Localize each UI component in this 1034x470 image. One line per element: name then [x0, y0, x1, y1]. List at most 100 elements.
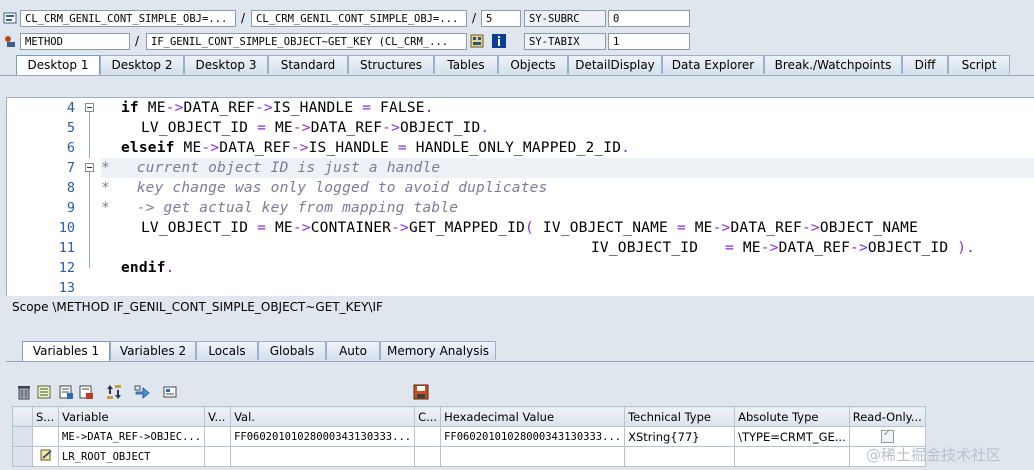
method-icon — [3, 34, 17, 48]
scope-label: Scope \METHOD IF_GENIL_CONT_SIMPLE_OBJEC… — [12, 300, 383, 314]
line-number: 5 — [66, 120, 75, 136]
comment: * key change was only logged to avoid du… — [101, 180, 548, 196]
sysvar2-value-field[interactable]: 1 — [608, 33, 690, 50]
watermark: @稀土掘金技术社区 — [866, 446, 1002, 464]
row-selector[interactable] — [12, 426, 33, 447]
separator: / — [472, 11, 477, 25]
line-number: 7 — [66, 160, 75, 176]
tab-script[interactable]: Script — [948, 55, 1010, 74]
separator: / — [241, 11, 246, 25]
table-row[interactable]: LR_ROOT_OBJECT — [12, 446, 926, 467]
display-object-icon[interactable] — [470, 34, 484, 48]
code-line: 8 * key change was only logged to avoid … — [7, 178, 1034, 198]
tab-variables-1[interactable]: Variables 1 — [22, 341, 110, 361]
object-icon[interactable] — [162, 384, 178, 400]
line-number: 8 — [66, 180, 75, 196]
read-only-checkbox — [880, 428, 894, 443]
hex-value-cell[interactable]: FF06020101028000343130333... — [440, 426, 626, 447]
export-icon[interactable] — [78, 384, 94, 400]
comment: * -> get actual key from mapping table — [101, 200, 459, 216]
navigate-icon[interactable] — [134, 384, 150, 400]
table-row[interactable]: ME->DATA_REF->OBJEC... FF060201010280003… — [12, 426, 926, 447]
line-number: 9 — [66, 200, 75, 216]
event-type-field[interactable]: METHOD — [20, 33, 130, 50]
absolute-type-cell[interactable]: \TYPE=CRMT_GE... — [734, 426, 850, 447]
column-header[interactable]: Variable — [57, 406, 206, 427]
value-cell[interactable] — [230, 446, 416, 467]
line-number: 13 — [58, 280, 75, 296]
line-number: 4 — [66, 100, 75, 116]
event-field[interactable]: IF_GENIL_CONT_SIMPLE_OBJECT~GET_KEY (CL_… — [146, 33, 467, 50]
import-icon[interactable] — [58, 384, 74, 400]
hex-value-cell[interactable] — [440, 446, 626, 467]
tab-structures[interactable]: Structures — [348, 55, 434, 74]
sysvar-value-field[interactable]: 0 — [608, 10, 690, 27]
value-cell[interactable]: FF06020101028000343130333... — [230, 426, 416, 447]
table-header-row: S... Variable V... Val. C... Hexadecimal… — [12, 406, 926, 427]
tab-tables[interactable]: Tables — [434, 55, 498, 74]
code-line: 10 LV_OBJECT_ID = ME->CONTAINER->GET_MAP… — [7, 218, 1034, 238]
column-header[interactable]: S... — [32, 406, 59, 427]
variables-table: S... Variable V... Val. C... Hexadecimal… — [12, 406, 926, 467]
edit-variable-icon[interactable] — [40, 449, 52, 464]
variable-list-icon[interactable] — [36, 384, 52, 400]
tab-memory-analysis[interactable]: Memory Analysis — [380, 341, 496, 360]
info-icon[interactable] — [492, 34, 506, 48]
fold-toggle-icon[interactable] — [85, 103, 94, 112]
delete-icon[interactable] — [16, 384, 32, 400]
variable-cell[interactable]: ME->DATA_REF->OBJEC... — [57, 426, 206, 447]
status-cell — [32, 426, 59, 447]
program-field[interactable]: CL_CRM_GENIL_CONT_SIMPLE_OBJ=... — [20, 10, 236, 27]
column-header[interactable]: Read-Only... — [848, 406, 926, 427]
absolute-type-cell[interactable] — [734, 446, 850, 467]
tab-standard[interactable]: Standard — [268, 55, 348, 74]
code-line: 11 IV_OBJECT_ID = ME->DATA_REF->OBJECT_I… — [7, 238, 1034, 258]
code-line: 9 * -> get actual key from mapping table — [7, 198, 1034, 218]
column-header[interactable] — [12, 406, 33, 427]
tab-globals[interactable]: Globals — [258, 341, 326, 360]
row-selector[interactable] — [12, 446, 33, 467]
comment: * current object ID is just a handle — [101, 160, 441, 176]
variable-cell[interactable]: LR_ROOT_OBJECT — [57, 446, 206, 467]
tab-break-watchpoints[interactable]: Break./Watchpoints — [764, 55, 902, 74]
change-cell[interactable] — [414, 446, 442, 467]
tab-variables-2[interactable]: Variables 2 — [110, 341, 196, 360]
tab-desktop-1[interactable]: Desktop 1 — [16, 55, 100, 75]
line-field[interactable]: 5 — [481, 10, 521, 27]
sysvar2-name-field: SY-TABIX — [524, 33, 606, 50]
column-header[interactable]: Technical Type — [624, 406, 736, 427]
source-code-editor[interactable]: 4 if ME->DATA_REF->IS_HANDLE = FALSE. 5 … — [6, 97, 1034, 296]
view-cell[interactable] — [204, 446, 232, 467]
technical-type-cell: XString{77} — [624, 426, 736, 447]
tab-diff[interactable]: Diff — [902, 55, 948, 74]
line-number: 10 — [58, 220, 75, 236]
view-cell[interactable] — [204, 426, 232, 447]
tab-detail-display[interactable]: DetailDisplay — [568, 55, 662, 74]
sysvar-name-field: SY-SUBRC — [524, 10, 606, 27]
desktop-tab-bar: Desktop 1 Desktop 2 Desktop 3 Standard S… — [0, 55, 1034, 76]
line-number: 6 — [66, 140, 75, 156]
code-line: 13 — [7, 278, 1034, 296]
technical-type-cell — [624, 446, 736, 467]
save-icon[interactable] — [413, 384, 429, 400]
code-line: 7 * current object ID is just a handle — [7, 158, 1034, 178]
tab-objects[interactable]: Objects — [498, 55, 568, 74]
column-header[interactable]: C... — [414, 406, 442, 427]
change-cell[interactable] — [414, 426, 442, 447]
tab-data-explorer[interactable]: Data Explorer — [662, 55, 764, 74]
swap-icon[interactable] — [106, 384, 122, 400]
column-header[interactable]: Val. — [230, 406, 416, 427]
column-header[interactable]: Hexadecimal Value — [440, 406, 626, 427]
separator: / — [135, 34, 140, 48]
tab-locals[interactable]: Locals — [196, 341, 258, 360]
column-header[interactable]: Absolute Type — [734, 406, 850, 427]
column-header[interactable]: V... — [204, 406, 232, 427]
tab-desktop-3[interactable]: Desktop 3 — [184, 55, 268, 74]
tab-auto[interactable]: Auto — [326, 341, 380, 360]
tab-desktop-2[interactable]: Desktop 2 — [100, 55, 184, 74]
class-icon — [3, 11, 17, 25]
include-field[interactable]: CL_CRM_GENIL_CONT_SIMPLE_OBJ=... — [251, 10, 467, 27]
fold-toggle-icon[interactable] — [85, 163, 94, 172]
line-number: 12 — [58, 260, 75, 276]
line-number: 11 — [58, 240, 75, 256]
